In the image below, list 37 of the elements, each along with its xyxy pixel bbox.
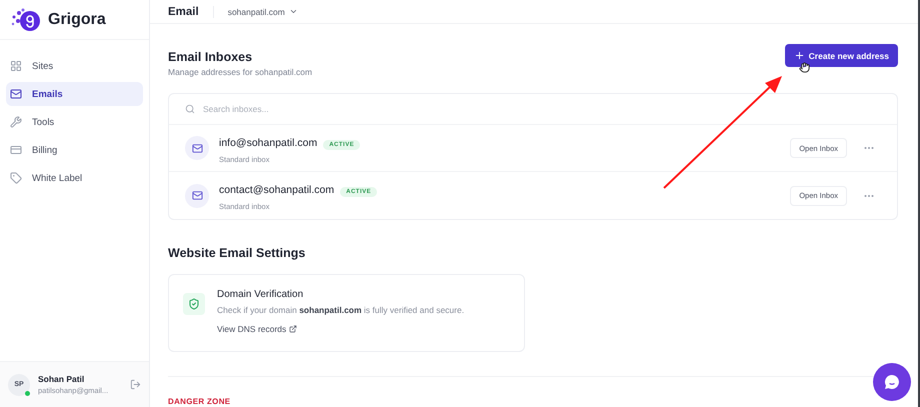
user-name: Sohan Patil	[38, 374, 86, 384]
sidebar-item[interactable]: Emails	[6, 82, 143, 106]
section-subtitle: Manage addresses for sohanpatil.com	[168, 67, 312, 77]
sidebar-item[interactable]: Tools	[6, 110, 143, 134]
inbox-address: contact@sohanpatil.com	[219, 184, 334, 196]
inbox-address: info@sohanpatil.com	[219, 136, 318, 148]
mail-icon	[185, 184, 209, 208]
sidebar-item[interactable]: Billing	[6, 138, 143, 162]
dns-records-link[interactable]: View DNS records	[217, 324, 298, 334]
domain-dropdown[interactable]: sohanpatil.com	[228, 6, 298, 16]
mail-icon	[185, 136, 209, 160]
sidebar-item[interactable]: White Label	[6, 166, 143, 190]
chat-button[interactable]	[873, 363, 911, 401]
danger-zone-heading: DANGER ZONE	[168, 397, 232, 406]
create-address-button[interactable]: Create new address	[784, 44, 898, 67]
shield-check-icon	[183, 293, 205, 315]
grid-icon	[10, 60, 22, 72]
plus-icon	[794, 50, 805, 61]
logo-icon	[10, 6, 40, 32]
chat-bubble-icon	[883, 373, 901, 391]
external-link-icon	[289, 325, 298, 333]
section-title: Website Email Settings	[168, 246, 306, 260]
hand-cursor-icon	[799, 62, 810, 73]
page-title: Email	[168, 6, 214, 18]
tag-icon	[10, 172, 22, 184]
mail-icon	[10, 88, 22, 100]
search-icon	[185, 104, 195, 114]
brand-name: Grigora	[48, 10, 106, 28]
wrench-icon	[10, 116, 22, 128]
credit-card-icon	[10, 144, 22, 156]
card-title: Domain Verification	[217, 289, 304, 300]
chevron-down-icon	[288, 7, 298, 16]
card-description: Check if your domain sohanpatil.com is fully verified and secure.	[217, 305, 464, 315]
section-title: Email Inboxes	[168, 50, 254, 64]
search-field[interactable]: Search inboxes...	[201, 103, 881, 115]
logout-icon[interactable]	[130, 379, 141, 390]
sidebar-item[interactable]: Sites	[6, 54, 143, 78]
